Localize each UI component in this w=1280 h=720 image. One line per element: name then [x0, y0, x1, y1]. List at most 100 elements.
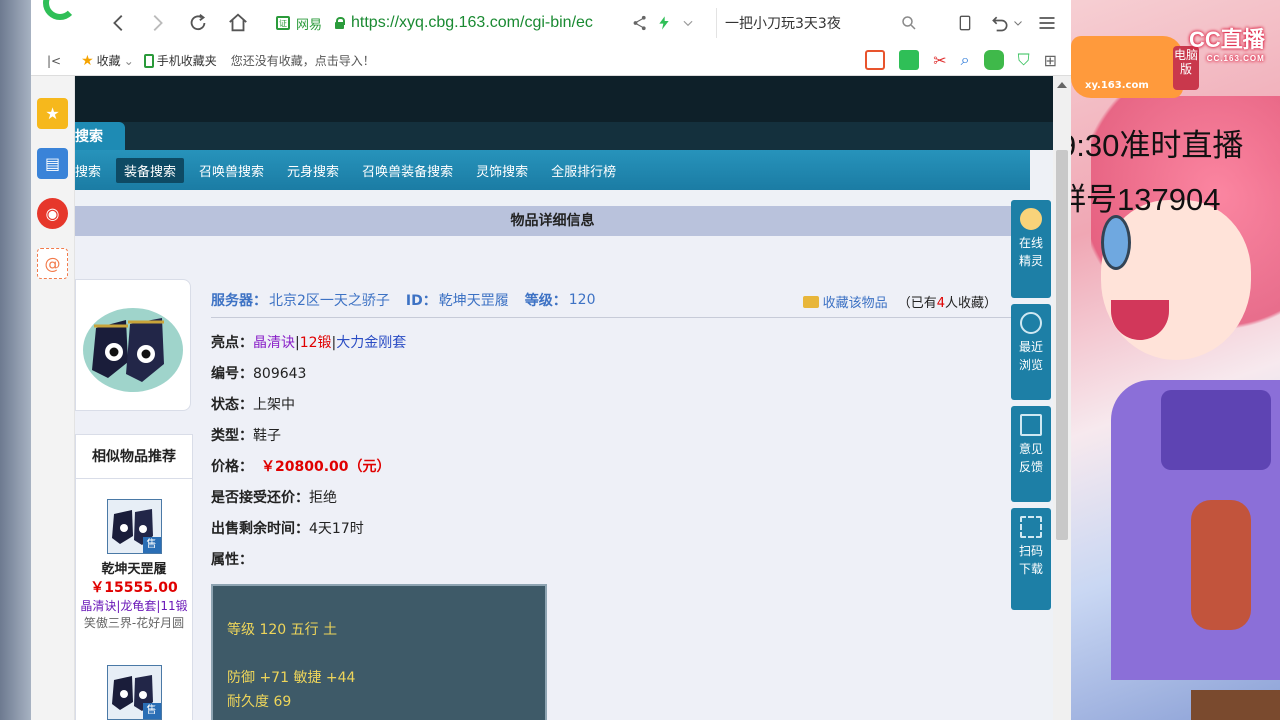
- gamepad-icon[interactable]: [983, 50, 1004, 70]
- similar-item-price: ￥15555.00: [90, 580, 178, 596]
- item-properties: 亮点：晶清诀|12锻|大力金刚套 编号：809643 状态：上架中 类型：鞋子 …: [211, 328, 911, 576]
- cc-live-logo-text: CC直播: [1189, 27, 1265, 52]
- float-scan-download[interactable]: 扫码下载: [1011, 508, 1051, 610]
- float-label: 在线精灵: [1018, 236, 1043, 268]
- folder-icon: [802, 295, 819, 308]
- clock-icon: [1020, 312, 1042, 334]
- highlight-1: 晶清诀: [253, 335, 295, 351]
- search-icon[interactable]: [900, 14, 918, 32]
- prop-value: 拒绝: [309, 490, 337, 506]
- scroll-up-arrow-icon[interactable]: [1057, 82, 1067, 88]
- share-icon[interactable]: [629, 12, 651, 34]
- subnav-body-search[interactable]: 元身搜索: [279, 158, 347, 183]
- similar-title: 相似物品推荐: [76, 435, 192, 479]
- id-label: ID：: [405, 292, 437, 309]
- prop-status: 状态：上架中: [211, 390, 911, 421]
- similar-item-name[interactable]: 乾坤天罡履: [76, 558, 192, 577]
- menu-icon[interactable]: [1036, 12, 1058, 34]
- stream-group-text: 群号137904: [1071, 182, 1221, 217]
- attribute-box: 等级 120 五行 土 防御 +71 敏捷 +44 耐久度 69: [211, 584, 547, 720]
- game-url: xy.163.com: [1085, 80, 1149, 91]
- phone-icon: [143, 53, 154, 68]
- refresh-button[interactable]: [185, 10, 211, 36]
- vertical-scrollbar[interactable]: [1053, 76, 1071, 720]
- back-button[interactable]: [106, 10, 132, 36]
- chevron-down-icon[interactable]: [677, 12, 699, 34]
- search-input[interactable]: [725, 15, 900, 31]
- mail-rail-icon[interactable]: @: [37, 248, 68, 279]
- prop-key: 是否接受还价：: [211, 490, 309, 506]
- favorite-link[interactable]: 收藏该物品: [823, 292, 888, 311]
- float-recent[interactable]: 最近浏览: [1011, 304, 1051, 400]
- prop-key: 出售剩余时间：: [211, 521, 309, 537]
- tv-icon[interactable]: [865, 50, 886, 70]
- favorites-rail-icon[interactable]: ★: [37, 98, 68, 129]
- browser-logo-icon: [43, 0, 77, 20]
- boots-icon: [83, 308, 183, 392]
- mobile-favorites-button[interactable]: 手机收藏夹: [143, 52, 217, 69]
- cc-live-logo-sub: CC.163.COM: [1206, 54, 1265, 63]
- side-rail: ★ ▤ ◉ @: [31, 76, 75, 720]
- favorite-count-suffix: 人收藏）: [944, 296, 997, 311]
- prop-price: 价格： ￥20800.00（元）: [211, 452, 911, 483]
- bookmark-bar: |< ★ 收藏 ⌄ 手机收藏夹 您还没有收藏，点击导入！ ✂ ⌕ ⛉ ⊞: [31, 46, 1071, 76]
- favorite-count-number: 4: [936, 296, 945, 311]
- page-viewport: 搜索 搜索 装备搜索 召唤兽搜索 元身搜索 召唤兽装备搜索 灵饰搜索 全服排行榜…: [75, 76, 1053, 720]
- lightning-icon[interactable]: [653, 12, 675, 34]
- similar-item-thumb[interactable]: 售: [106, 665, 162, 720]
- scissors-icon[interactable]: ✂: [933, 51, 946, 70]
- prop-value: 809643: [253, 366, 307, 382]
- subnav-equipment-search[interactable]: 装备搜索: [116, 157, 185, 183]
- magnifier-icon[interactable]: ⌕: [961, 50, 970, 70]
- tab-search-label: 搜索: [75, 129, 103, 145]
- float-online-assistant[interactable]: 在线精灵: [1011, 200, 1051, 298]
- prop-key: 编号：: [211, 366, 253, 382]
- favorites-button[interactable]: ★ 收藏 ⌄: [81, 52, 134, 69]
- apps-grid-icon[interactable]: ⊞: [1044, 51, 1057, 70]
- stream-schedule-text: 9:30准时直播: [1071, 128, 1244, 163]
- similar-item[interactable]: 售: [76, 665, 192, 720]
- sold-badge: 售: [142, 537, 161, 553]
- favorites-label: 收藏: [96, 54, 121, 68]
- subnav-search[interactable]: 搜索: [75, 158, 109, 183]
- undo-dropdown-icon[interactable]: [1011, 12, 1025, 34]
- attr-line: 等级 120 五行 土: [227, 622, 338, 638]
- shield-icon[interactable]: ⛉: [1018, 50, 1030, 70]
- subnav-pet-search[interactable]: 召唤兽搜索: [191, 158, 272, 183]
- toolbar-extensions: ✂ ⌕ ⛉ ⊞: [865, 50, 1057, 70]
- sub-navigation: 搜索 装备搜索 召唤兽搜索 元身搜索 召唤兽装备搜索 灵饰搜索 全服排行榜: [75, 150, 1030, 190]
- search-box[interactable]: [716, 8, 931, 38]
- home-button[interactable]: [225, 10, 251, 36]
- level-value: 120: [568, 291, 596, 308]
- news-rail-icon[interactable]: ▤: [37, 148, 68, 179]
- forward-button[interactable]: [144, 10, 170, 36]
- scan-icon: [1020, 516, 1042, 538]
- prop-value: 鞋子: [253, 428, 281, 444]
- float-label: 意见反馈: [1018, 442, 1043, 474]
- scrollbar-thumb[interactable]: [1056, 150, 1068, 540]
- chevron-right-icon: [153, 15, 163, 31]
- translate-icon[interactable]: [899, 50, 920, 70]
- favorite-count-prefix: （已有: [897, 296, 937, 311]
- float-label: 扫码下载: [1018, 544, 1043, 576]
- similar-item-tags: 晶清诀|龙龟套|11锻: [80, 599, 188, 613]
- subnav-ornament-search[interactable]: 灵饰搜索: [468, 158, 536, 183]
- tab-search[interactable]: 搜索: [75, 122, 125, 152]
- sidebar-toggle-icon[interactable]: |<: [47, 54, 61, 68]
- float-feedback[interactable]: 意见反馈: [1011, 406, 1051, 502]
- edit-icon: [1020, 414, 1042, 436]
- site-label: 网易: [296, 16, 323, 32]
- similar-item[interactable]: 售 乾坤天罡履 ￥15555.00 晶清诀|龙龟套|11锻 笑傲三界-花好月圆: [76, 499, 192, 631]
- device-icon[interactable]: [954, 12, 976, 34]
- similar-item-thumb[interactable]: 售: [106, 499, 162, 554]
- undo-icon[interactable]: [989, 12, 1011, 34]
- cc-live-logo: CC直播 CC.163.COM: [1189, 22, 1265, 63]
- attr-line: [227, 642, 545, 666]
- prop-bargain: 是否接受还价：拒绝: [211, 483, 911, 514]
- server-label: 服务器：: [211, 292, 267, 309]
- subnav-ranking[interactable]: 全服排行榜: [543, 158, 624, 183]
- weibo-rail-icon[interactable]: ◉: [37, 198, 68, 229]
- refresh-icon: [190, 14, 206, 31]
- subnav-pet-equip-search[interactable]: 召唤兽装备搜索: [354, 158, 461, 183]
- import-hint-link[interactable]: 您还没有收藏，点击导入！: [231, 52, 375, 69]
